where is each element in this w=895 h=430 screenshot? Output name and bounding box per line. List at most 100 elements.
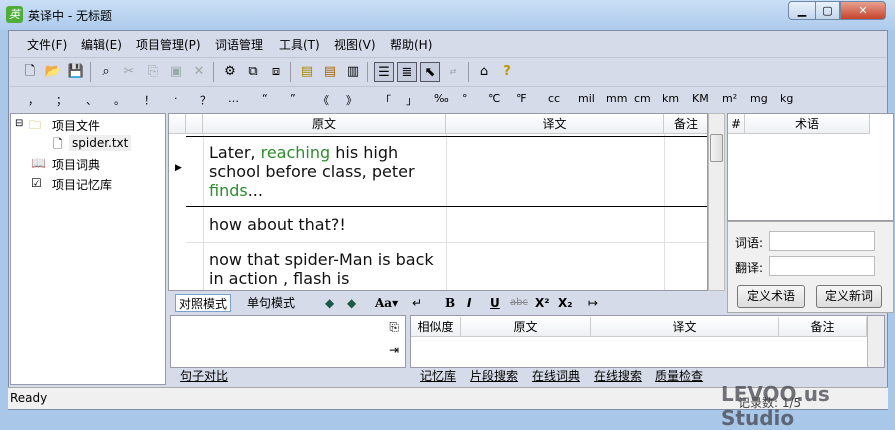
punctuation-button[interactable]: 「	[380, 92, 391, 108]
punctuation-button[interactable]: …	[228, 92, 239, 105]
header-source[interactable]: 原文	[203, 114, 446, 134]
sentence-compare-pane[interactable]: ⎘ ⇥	[170, 315, 406, 368]
punctuation-button[interactable]: km	[662, 92, 679, 105]
tree-item-memory[interactable]: 项目记忆库	[52, 176, 112, 193]
project-settings-icon[interactable]: ⚙	[220, 62, 240, 82]
collapse-icon[interactable]: ⊟	[15, 118, 23, 129]
minimize-button[interactable]: ▁	[788, 1, 816, 20]
tab-fragment-search[interactable]: 片段搜索	[470, 368, 518, 384]
row-source[interactable]: how about that?!	[209, 215, 439, 234]
bold-button[interactable]: B	[445, 294, 455, 312]
menu-tools[interactable]: 工具(T)	[279, 36, 320, 53]
punctuation-button[interactable]: ？	[200, 92, 211, 108]
memory-add-icon[interactable]: ▤	[297, 62, 317, 82]
punctuation-button[interactable]: cc	[548, 92, 560, 105]
new-file-icon[interactable]: 🗋	[20, 62, 40, 82]
view-pointer-icon[interactable]: ⬉	[420, 62, 440, 82]
tab-memory[interactable]: 记忆库	[420, 368, 456, 384]
row-source[interactable]: now that spider-Man is back in action , …	[209, 250, 439, 288]
punctuation-button[interactable]: ℃	[488, 92, 500, 105]
open-folder-icon[interactable]: 📂	[43, 62, 63, 82]
insert-compare-icon[interactable]: ⇥	[389, 343, 399, 357]
find-icon[interactable]: ⌕	[96, 62, 116, 82]
punctuation-button[interactable]: 。	[114, 92, 125, 108]
punctuation-button[interactable]: m²	[722, 92, 737, 105]
punctuation-button[interactable]: ”	[290, 92, 296, 105]
tab-online-dictionary[interactable]: 在线词典	[532, 368, 580, 384]
punctuation-button[interactable]: ‰	[434, 92, 449, 105]
header-similarity[interactable]: 相似度	[411, 317, 461, 337]
scroll-thumb[interactable]	[710, 134, 723, 162]
punctuation-button[interactable]: ，	[28, 92, 39, 108]
tab-sentence-compare[interactable]: 句子对比	[180, 368, 228, 384]
tree-item-project-files[interactable]: 项目文件	[52, 117, 100, 134]
delete-icon[interactable]: ✕	[189, 62, 209, 82]
punctuation-button[interactable]: cm	[634, 92, 651, 105]
punctuation-button[interactable]: “	[262, 92, 268, 105]
tab-quality-check[interactable]: 质量检查	[655, 368, 703, 384]
header-term[interactable]: 术语	[745, 114, 870, 134]
view-compare-icon[interactable]: ☰	[374, 62, 394, 82]
subscript-button[interactable]: X₂	[558, 294, 573, 312]
row-source[interactable]: Later, reaching his high school before c…	[209, 143, 439, 200]
prev-arrow-icon[interactable]: ◆	[325, 294, 334, 312]
memory-scrollbar[interactable]	[867, 316, 884, 367]
maximize-button[interactable]: ▢	[815, 1, 840, 20]
save-icon[interactable]: 💾	[66, 62, 86, 82]
italic-button[interactable]: I	[467, 294, 471, 312]
punctuation-button[interactable]: 》	[346, 92, 357, 108]
translation-input[interactable]	[769, 256, 875, 276]
underline-button[interactable]: U	[490, 294, 500, 312]
punctuation-button[interactable]: °	[462, 92, 468, 105]
punctuation-button[interactable]: 」	[406, 92, 417, 108]
punctuation-button[interactable]: mil	[578, 92, 595, 105]
header-source[interactable]: 原文	[461, 317, 591, 337]
swap-icon[interactable]: ⇄	[443, 62, 463, 82]
menu-help[interactable]: 帮助(H)	[390, 36, 432, 53]
punctuation-button[interactable]: kg	[780, 92, 793, 105]
import-icon[interactable]: ⧈	[266, 62, 286, 82]
strike-button[interactable]: abc	[510, 294, 528, 312]
close-button[interactable]: ✕	[840, 1, 886, 20]
copy-icon[interactable]: ⎘	[143, 62, 163, 82]
help-icon[interactable]: ?	[497, 62, 517, 82]
superscript-button[interactable]: X²	[535, 294, 550, 312]
tab-online-search[interactable]: 在线搜索	[594, 368, 642, 384]
enter-icon[interactable]: ↵	[412, 294, 422, 312]
compare-mode-button[interactable]: 对照模式	[175, 294, 232, 312]
menu-terms[interactable]: 词语管理	[215, 36, 263, 53]
cut-icon[interactable]: ✂	[119, 62, 139, 82]
punctuation-button[interactable]: ·	[174, 92, 178, 105]
define-word-button[interactable]: 定义新词	[816, 285, 882, 308]
tree-item-dictionary[interactable]: 项目词典	[52, 156, 100, 173]
paste-compare-icon[interactable]: ⎘	[389, 320, 399, 335]
view-single-icon[interactable]: ≣	[397, 62, 417, 82]
punctuation-button[interactable]: ！	[144, 92, 155, 108]
header-note[interactable]: 备注	[779, 317, 867, 337]
menu-edit[interactable]: 编辑(E)	[81, 36, 122, 53]
header-target[interactable]: 译文	[446, 114, 664, 134]
spacer-icon[interactable]: ↦	[588, 294, 598, 312]
punctuation-button[interactable]: mm	[606, 92, 627, 105]
punctuation-button[interactable]: 《	[318, 92, 329, 108]
home-icon[interactable]: ⌂	[474, 62, 494, 82]
menu-view[interactable]: 视图(V)	[334, 36, 376, 53]
punctuation-button[interactable]: ℉	[516, 92, 526, 105]
export-icon[interactable]: ⧉	[243, 62, 263, 82]
menu-project[interactable]: 项目管理(P)	[136, 36, 201, 53]
memory-remove-icon[interactable]: ▤	[320, 62, 340, 82]
paste-icon[interactable]: ▣	[166, 62, 186, 82]
clipboard-save-icon[interactable]: ▥	[343, 62, 363, 82]
word-input[interactable]	[769, 231, 875, 251]
punctuation-button[interactable]: KM	[692, 92, 709, 105]
define-term-button[interactable]: 定义术语	[737, 285, 805, 308]
punctuation-button[interactable]: ；	[56, 92, 67, 108]
header-target[interactable]: 译文	[591, 317, 779, 337]
punctuation-button[interactable]: mg	[750, 92, 768, 105]
tree-item-file[interactable]: spider.txt	[69, 135, 132, 151]
menu-file[interactable]: 文件(F)	[27, 36, 67, 53]
next-arrow-icon[interactable]: ◆	[347, 294, 356, 312]
single-mode-button[interactable]: 单句模式	[247, 294, 295, 312]
header-note[interactable]: 备注	[664, 114, 707, 134]
punctuation-button[interactable]: 、	[86, 92, 97, 108]
